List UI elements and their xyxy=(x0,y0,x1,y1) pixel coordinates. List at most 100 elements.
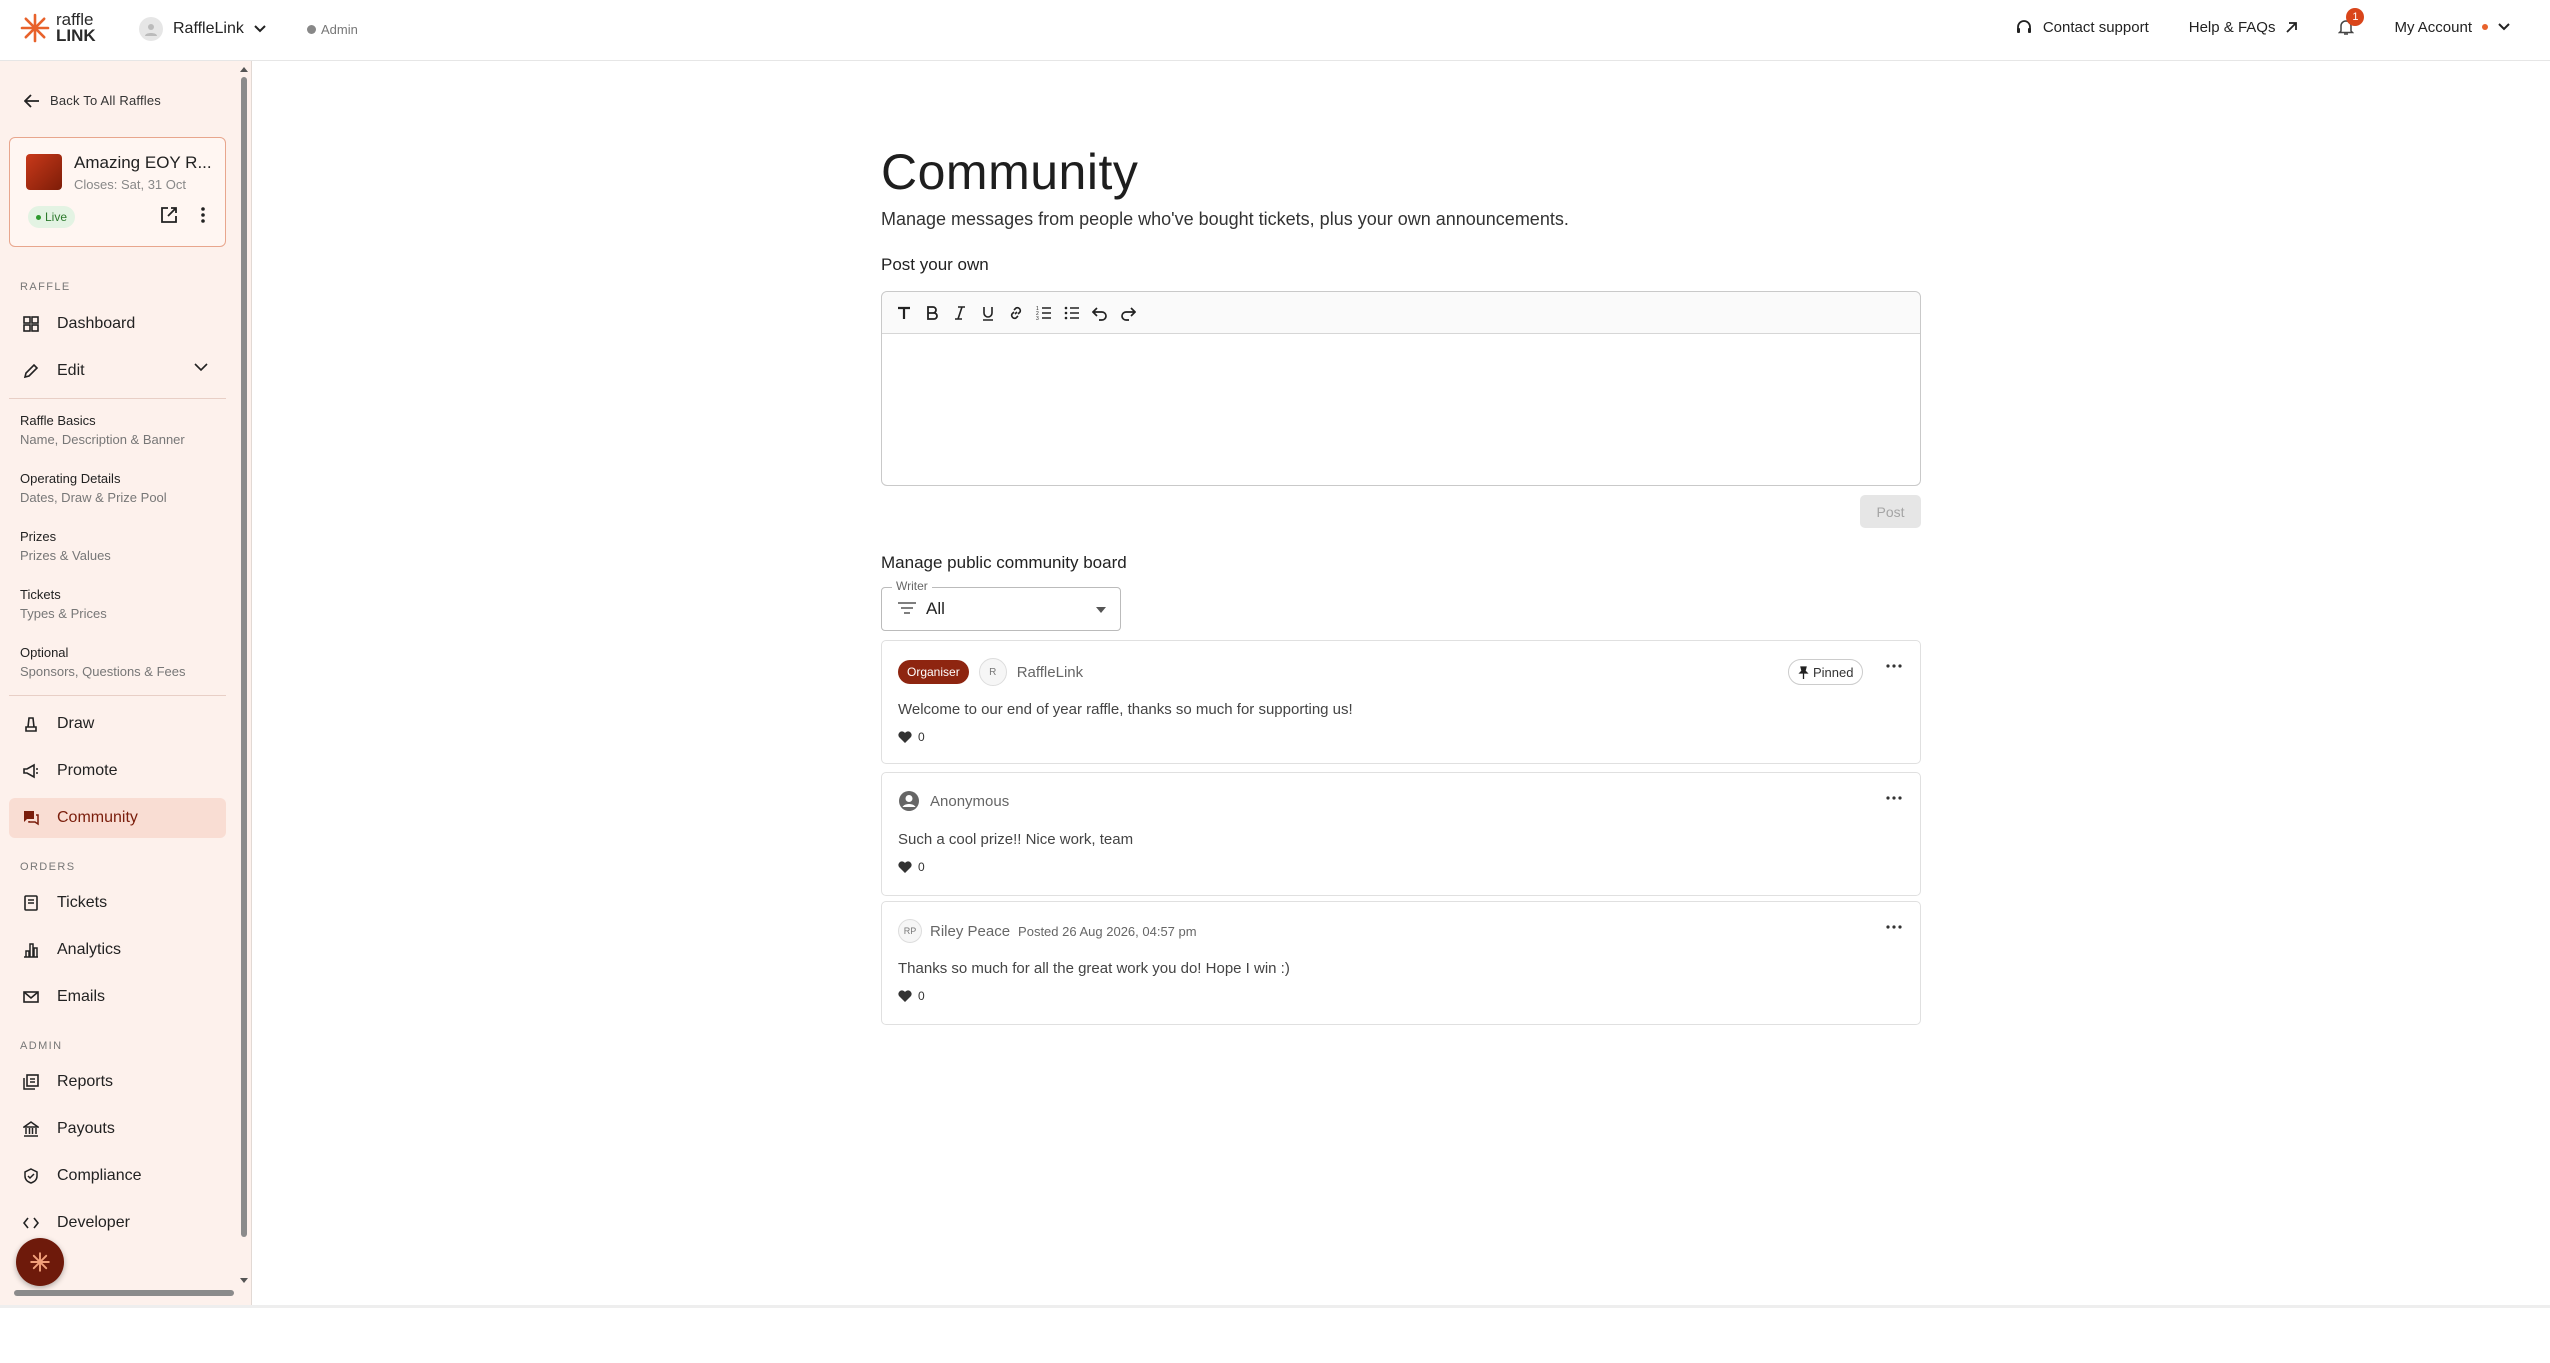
reports-icon xyxy=(23,1074,39,1090)
italic-icon[interactable] xyxy=(952,305,968,321)
sidebar-item-label: Developer xyxy=(57,1214,130,1231)
sidebar: Back To All Raffles Amazing EOY R... Clo… xyxy=(0,61,252,1308)
post-button[interactable]: Post xyxy=(1860,495,1921,528)
raffle-title: Amazing EOY R... xyxy=(74,153,212,172)
edit-item-desc: Sponsors, Questions & Fees xyxy=(20,664,186,679)
edit-item-operating-details[interactable]: Operating Details Dates, Draw & Prize Po… xyxy=(20,469,167,507)
ordered-list-icon[interactable]: 123 xyxy=(1036,305,1052,321)
my-account-menu[interactable]: My Account xyxy=(2394,19,2510,36)
edit-item-prizes[interactable]: Prizes Prizes & Values xyxy=(20,527,111,565)
open-external-icon[interactable] xyxy=(160,206,178,224)
like-button[interactable]: 0 xyxy=(898,860,925,874)
bullet-list-icon[interactable] xyxy=(1064,305,1080,321)
horizontal-scroll-thumb[interactable] xyxy=(14,1290,234,1296)
more-horizontal-icon[interactable] xyxy=(1886,795,1902,801)
sidebar-item-label: Dashboard xyxy=(57,315,136,332)
ticket-icon xyxy=(24,895,38,911)
bold-icon[interactable] xyxy=(924,305,940,321)
sidebar-item-emails[interactable]: Emails xyxy=(9,977,226,1017)
contact-support-label: Contact support xyxy=(2042,18,2149,36)
post-author: Riley Peace xyxy=(930,922,1011,940)
sidebar-item-edit[interactable]: Edit xyxy=(9,351,226,391)
help-chat-button[interactable] xyxy=(16,1238,64,1286)
logo-burst-icon xyxy=(20,13,50,43)
raffle-card[interactable]: Amazing EOY R... Closes: Sat, 31 Oct Liv… xyxy=(9,137,226,247)
raffle-closes: Closes: Sat, 31 Oct xyxy=(74,177,186,192)
more-horizontal-icon[interactable] xyxy=(1886,663,1902,669)
shield-check-icon xyxy=(24,1168,38,1184)
chevron-down-icon xyxy=(254,25,266,33)
like-button[interactable]: 0 xyxy=(898,730,925,744)
my-account-label: My Account xyxy=(2394,18,2472,36)
user-icon xyxy=(145,24,157,36)
org-switcher[interactable]: RaffleLink xyxy=(139,17,266,41)
chevron-down-icon xyxy=(2498,23,2510,31)
sidebar-item-community[interactable]: Community xyxy=(9,798,226,838)
status-badge: Live xyxy=(28,206,76,228)
sidebar-horizontal-scrollbar[interactable] xyxy=(0,1290,252,1363)
pinned-badge[interactable]: Pinned xyxy=(1788,659,1864,685)
edit-item-title: Tickets xyxy=(20,587,61,602)
edit-item-optional[interactable]: Optional Sponsors, Questions & Fees xyxy=(20,643,185,681)
redo-icon[interactable] xyxy=(1120,305,1136,321)
edit-item-raffle-basics[interactable]: Raffle Basics Name, Description & Banner xyxy=(20,411,185,449)
org-avatar xyxy=(139,17,163,41)
admin-tag: Admin xyxy=(306,22,358,37)
rafflelink-logo[interactable]: raffle LINK xyxy=(20,11,96,44)
sidebar-item-reports[interactable]: Reports xyxy=(9,1062,226,1102)
more-vertical-icon[interactable] xyxy=(194,206,212,224)
avatar: R xyxy=(978,658,1007,686)
sidebar-item-promote[interactable]: Promote xyxy=(9,751,226,791)
like-count: 0 xyxy=(918,860,925,874)
page-title: Community xyxy=(881,144,1139,200)
text-style-icon[interactable] xyxy=(896,305,912,321)
post-message: Welcome to our end of year raffle, thank… xyxy=(898,701,1353,718)
more-horizontal-icon[interactable] xyxy=(1886,924,1902,930)
chevron-down-icon xyxy=(194,363,208,372)
scroll-up-icon xyxy=(240,67,248,72)
sidebar-scroll-thumb[interactable] xyxy=(241,77,247,1237)
dashboard-icon xyxy=(23,316,39,332)
section-label-admin: ADMIN xyxy=(20,1040,63,1052)
sidebar-item-analytics[interactable]: Analytics xyxy=(9,930,226,970)
post-author: RaffleLink xyxy=(1016,663,1084,681)
help-faqs-link[interactable]: Help & FAQs xyxy=(2189,19,2299,36)
admin-label: Admin xyxy=(321,22,358,37)
sidebar-item-label: Payouts xyxy=(57,1120,115,1137)
svg-text:3: 3 xyxy=(1036,316,1039,321)
draw-icon xyxy=(25,717,37,732)
logo-burst-icon xyxy=(30,1252,50,1272)
underline-icon[interactable] xyxy=(980,305,996,321)
post-author: Anonymous xyxy=(930,792,1010,810)
back-to-all-raffles[interactable]: Back To All Raffles xyxy=(24,93,161,108)
edit-item-tickets[interactable]: Tickets Types & Prices xyxy=(20,585,107,623)
undo-icon[interactable] xyxy=(1092,305,1108,321)
sidebar-item-label: Draw xyxy=(57,715,95,732)
live-dot xyxy=(36,214,41,220)
caret-down-icon xyxy=(1096,607,1106,613)
headset-icon xyxy=(2016,20,2031,33)
edit-item-title: Optional xyxy=(20,645,69,660)
heart-icon xyxy=(898,990,912,1002)
notification-badge: 1 xyxy=(2346,8,2365,26)
post-editor[interactable]: 123 xyxy=(881,291,1921,486)
contact-support-link[interactable]: Contact support xyxy=(2015,18,2149,36)
section-label-raffle: RAFFLE xyxy=(20,281,71,293)
status-label: Live xyxy=(45,210,68,224)
sidebar-item-label: Reports xyxy=(57,1073,114,1090)
link-icon[interactable] xyxy=(1008,305,1024,321)
sidebar-item-developer[interactable]: Developer xyxy=(9,1203,226,1243)
sidebar-item-payouts[interactable]: Payouts xyxy=(9,1109,226,1149)
sidebar-item-draw[interactable]: Draw xyxy=(9,704,226,744)
notifications-button[interactable]: 1 xyxy=(2338,8,2365,36)
edit-item-desc: Name, Description & Banner xyxy=(20,432,185,447)
organiser-badge: Organiser xyxy=(898,660,969,684)
sidebar-item-tickets[interactable]: Tickets xyxy=(9,883,226,923)
sidebar-item-compliance[interactable]: Compliance xyxy=(9,1156,226,1196)
like-count: 0 xyxy=(918,730,925,744)
like-button[interactable]: 0 xyxy=(898,989,925,1003)
writer-filter-select[interactable]: Writer All xyxy=(881,579,1121,631)
sidebar-item-dashboard[interactable]: Dashboard xyxy=(9,304,226,344)
sidebar-item-label: Community xyxy=(57,809,138,826)
section-label-orders: ORDERS xyxy=(20,861,76,873)
